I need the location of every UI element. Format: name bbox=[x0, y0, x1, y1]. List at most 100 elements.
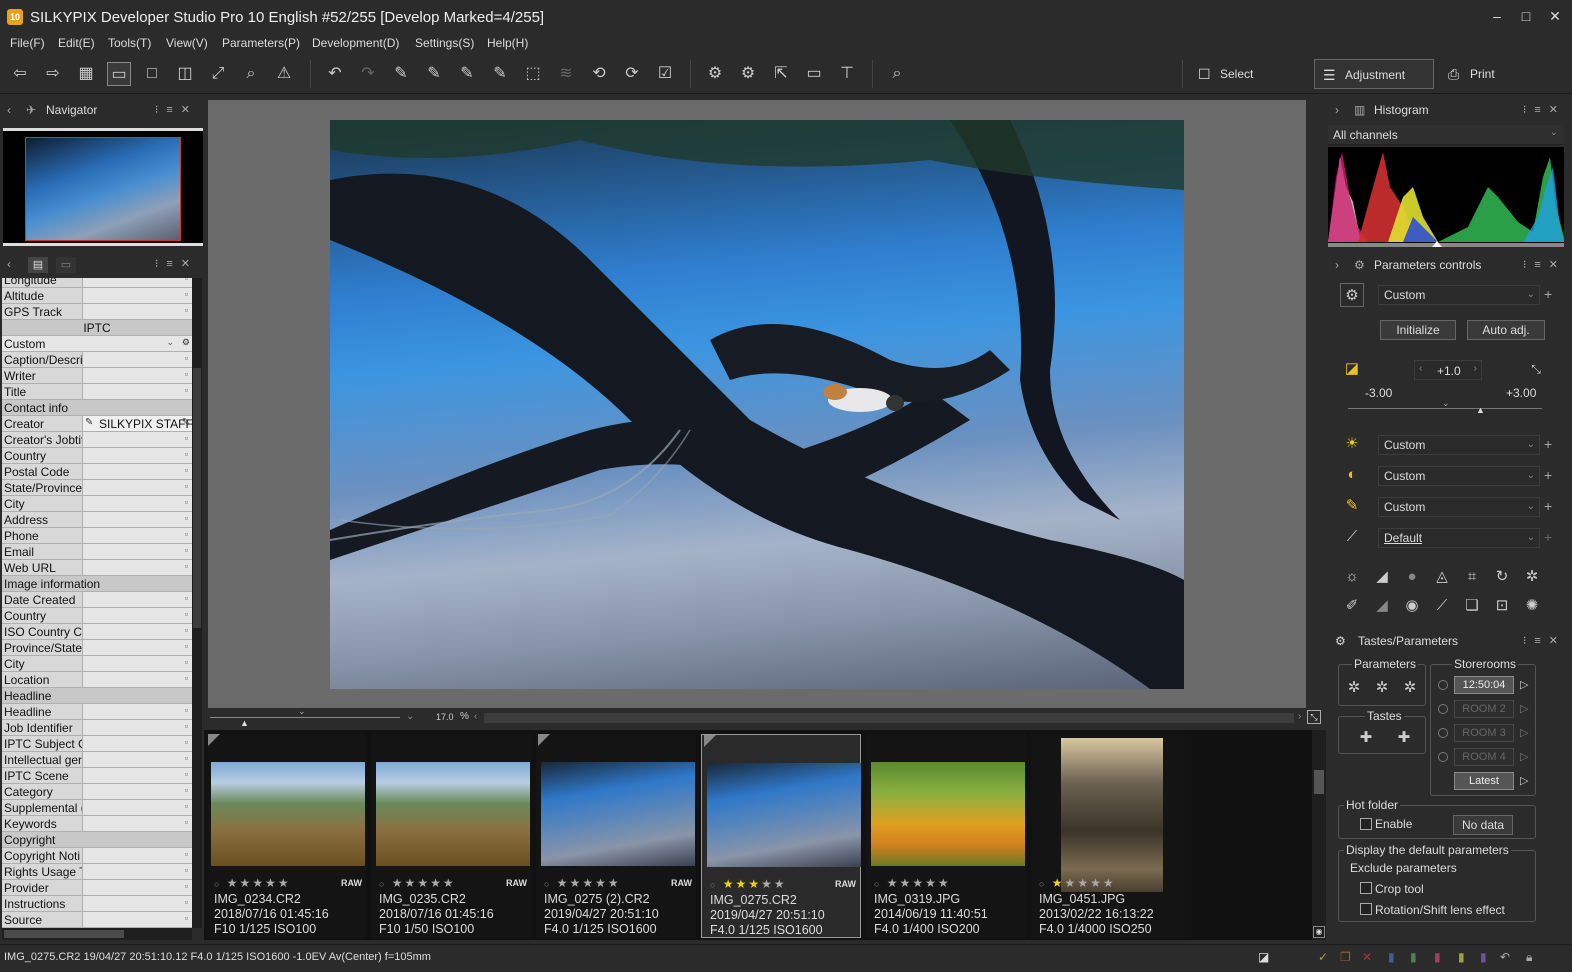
zoom-dropdown-icon[interactable]: ⌄ bbox=[406, 711, 414, 722]
undo-icon[interactable]: ↶ bbox=[323, 62, 347, 86]
param-apply-icon[interactable]: ✲ bbox=[1398, 676, 1422, 700]
info-value-field[interactable]: ▫ bbox=[82, 672, 192, 687]
select-mode-button[interactable]: ☐ Select bbox=[1190, 59, 1300, 89]
room-radio-2[interactable] bbox=[1438, 704, 1448, 714]
latest-apply-icon[interactable]: ▷ bbox=[1520, 774, 1528, 787]
info-value-field[interactable]: ▫ bbox=[82, 496, 192, 511]
expand-chevron-icon[interactable]: › bbox=[1335, 99, 1339, 121]
exposure-reset-icon[interactable]: ⤡ bbox=[1524, 357, 1548, 381]
search-people-icon[interactable]: ⌕ bbox=[885, 62, 909, 86]
info-row[interactable]: GPS Track ▫ bbox=[2, 304, 192, 320]
field-menu-icon[interactable]: ▫ bbox=[185, 785, 188, 795]
field-menu-icon[interactable]: ▫ bbox=[185, 737, 188, 747]
brush-tool-icon[interactable]: ✐ bbox=[1340, 594, 1364, 618]
info-row[interactable]: Postal Code ▫ bbox=[2, 464, 192, 480]
info-row[interactable]: IPTC bbox=[2, 320, 192, 336]
info-row[interactable]: Longitude ▫ bbox=[2, 278, 192, 288]
info-value-field[interactable]: ▫ bbox=[82, 656, 192, 671]
info-value-field[interactable]: ▫ bbox=[82, 624, 192, 639]
tag-blue-icon[interactable]: ▮ bbox=[1388, 950, 1395, 964]
info-row[interactable]: Intellectual ger ▫ bbox=[2, 752, 192, 768]
monitor-icon[interactable]: ▭ bbox=[802, 62, 826, 86]
menu-view[interactable]: View(V) bbox=[166, 36, 208, 50]
info-value-field[interactable]: ▫ bbox=[82, 528, 192, 543]
add-preset-icon[interactable]: + bbox=[1544, 286, 1552, 302]
info-value-field[interactable]: ▫ bbox=[82, 592, 192, 607]
info-row[interactable]: Creator's Jobtit ▫ bbox=[2, 432, 192, 448]
filmstrip-settings-icon[interactable]: ◉ bbox=[1313, 926, 1325, 938]
revert-icon[interactable]: ↶ bbox=[1500, 950, 1510, 964]
adjustment-mode-button[interactable]: ☰ Adjustment bbox=[1314, 59, 1434, 89]
auto-adj-button[interactable]: Auto adj. bbox=[1467, 320, 1545, 340]
info-row[interactable]: Custom ⌄ ⚙ bbox=[2, 336, 192, 352]
info-value-field[interactable]: ▫ bbox=[82, 512, 192, 527]
panel-menu-icon[interactable]: ⁝≡✕ bbox=[1523, 630, 1566, 652]
info-row[interactable]: Supplemental (▫ bbox=[2, 800, 192, 816]
check-icon[interactable]: ✓ bbox=[1318, 950, 1328, 964]
rating-stars[interactable]: ○ ★★★★★ bbox=[1039, 876, 1116, 890]
param-load-icon[interactable]: ✲ bbox=[1370, 676, 1394, 700]
collapse-chevron-icon[interactable]: ‹ bbox=[7, 99, 11, 121]
info-row[interactable]: Rights Usage T ▫ bbox=[2, 864, 192, 880]
paste-selected-icon[interactable]: ✎ bbox=[455, 62, 479, 86]
develop-icon[interactable]: ⚙ bbox=[703, 62, 727, 86]
field-menu-icon[interactable]: ▫ bbox=[185, 801, 188, 811]
info-row[interactable]: City ▫ bbox=[2, 656, 192, 672]
info-value-field[interactable]: ▫ bbox=[82, 278, 192, 287]
paste-params-icon[interactable]: ✎ bbox=[422, 62, 446, 86]
menu-development[interactable]: Development(D) bbox=[312, 36, 399, 50]
field-menu-icon[interactable]: ▫ bbox=[185, 449, 188, 459]
info-value-field[interactable]: ▫ bbox=[82, 752, 192, 767]
field-menu-icon[interactable]: ▫ bbox=[185, 497, 188, 507]
field-menu-icon[interactable]: ▫ bbox=[185, 769, 188, 779]
field-menu-icon[interactable]: ▫ bbox=[185, 481, 188, 491]
transform-tool-icon[interactable]: ⌗ bbox=[1460, 565, 1484, 589]
info-value-field[interactable]: ▫ bbox=[82, 912, 192, 927]
crop-tool-checkbox[interactable] bbox=[1360, 882, 1372, 894]
info-row[interactable]: Phone ▫ bbox=[2, 528, 192, 544]
field-menu-icon[interactable]: ▫ bbox=[185, 529, 188, 539]
preset-select[interactable]: Custom ⌄ bbox=[1378, 285, 1540, 305]
add-taste-icon[interactable]: ✚ bbox=[1354, 726, 1378, 750]
rating-stars[interactable]: ○ ★★★★★ bbox=[710, 877, 787, 891]
zoom-value[interactable]: 17.0 bbox=[436, 712, 454, 722]
rating-stars[interactable]: ○ ★★★★★ bbox=[214, 876, 291, 890]
info-value-field[interactable]: ▫ bbox=[82, 896, 192, 911]
room-radio-4[interactable] bbox=[1438, 752, 1448, 762]
clone-tool-icon[interactable]: ❏ bbox=[1460, 594, 1484, 618]
info-row[interactable]: Category ▫ bbox=[2, 784, 192, 800]
room-apply-icon[interactable]: ▷ bbox=[1520, 726, 1528, 739]
info-value-field[interactable]: ▫ bbox=[82, 480, 192, 495]
info-hscrollbar[interactable] bbox=[2, 928, 192, 940]
field-menu-icon[interactable]: ▫ bbox=[185, 673, 188, 683]
info-row[interactable]: Address ▫ bbox=[2, 512, 192, 528]
curve-tool-icon[interactable]: ◢ bbox=[1370, 565, 1394, 589]
field-menu-icon[interactable]: ▫ bbox=[185, 641, 188, 651]
panel-menu-icon[interactable]: ⁝≡✕ bbox=[155, 253, 198, 275]
lock-icon[interactable]: 🔒︎ bbox=[1526, 950, 1532, 965]
info-row[interactable]: Email ▫ bbox=[2, 544, 192, 560]
initialize-button[interactable]: Initialize bbox=[1380, 320, 1456, 340]
field-menu-icon[interactable]: ▫ bbox=[185, 289, 188, 299]
info-row[interactable]: Country ▫ bbox=[2, 448, 192, 464]
effects-tool-icon[interactable]: ✲ bbox=[1520, 565, 1544, 589]
thumbnail-view-icon[interactable]: ▦ bbox=[74, 62, 98, 86]
tag-red-icon[interactable]: ▮ bbox=[1434, 950, 1441, 964]
white-balance-select[interactable]: Custom ⌄ bbox=[1378, 435, 1540, 455]
tag-yellow-icon[interactable]: ▮ bbox=[1458, 950, 1465, 964]
info-value-field[interactable]: ▫ bbox=[82, 704, 192, 719]
info-row[interactable]: Caption/Descri ▫ bbox=[2, 352, 192, 368]
field-menu-icon[interactable]: ▫ bbox=[185, 721, 188, 731]
field-menu-icon[interactable]: ▫ bbox=[185, 545, 188, 555]
navigator-preview[interactable] bbox=[3, 128, 203, 246]
channel-select[interactable]: All channels ⌄ bbox=[1328, 125, 1564, 145]
info-value-field[interactable]: ▫ bbox=[82, 368, 192, 383]
info-row[interactable]: Job Identifier ▫ bbox=[2, 720, 192, 736]
info-row[interactable]: IPTC Subject C ▫ bbox=[2, 736, 192, 752]
rotation-checkbox[interactable] bbox=[1360, 903, 1372, 915]
info-value-field[interactable]: ▫ bbox=[82, 288, 192, 303]
scroll-left-icon[interactable]: ‹ bbox=[474, 711, 477, 722]
increase-icon[interactable]: › bbox=[1474, 363, 1477, 374]
close-window-icon[interactable]: ✕ bbox=[1544, 6, 1566, 26]
info-value-field[interactable]: ▫ bbox=[82, 640, 192, 655]
